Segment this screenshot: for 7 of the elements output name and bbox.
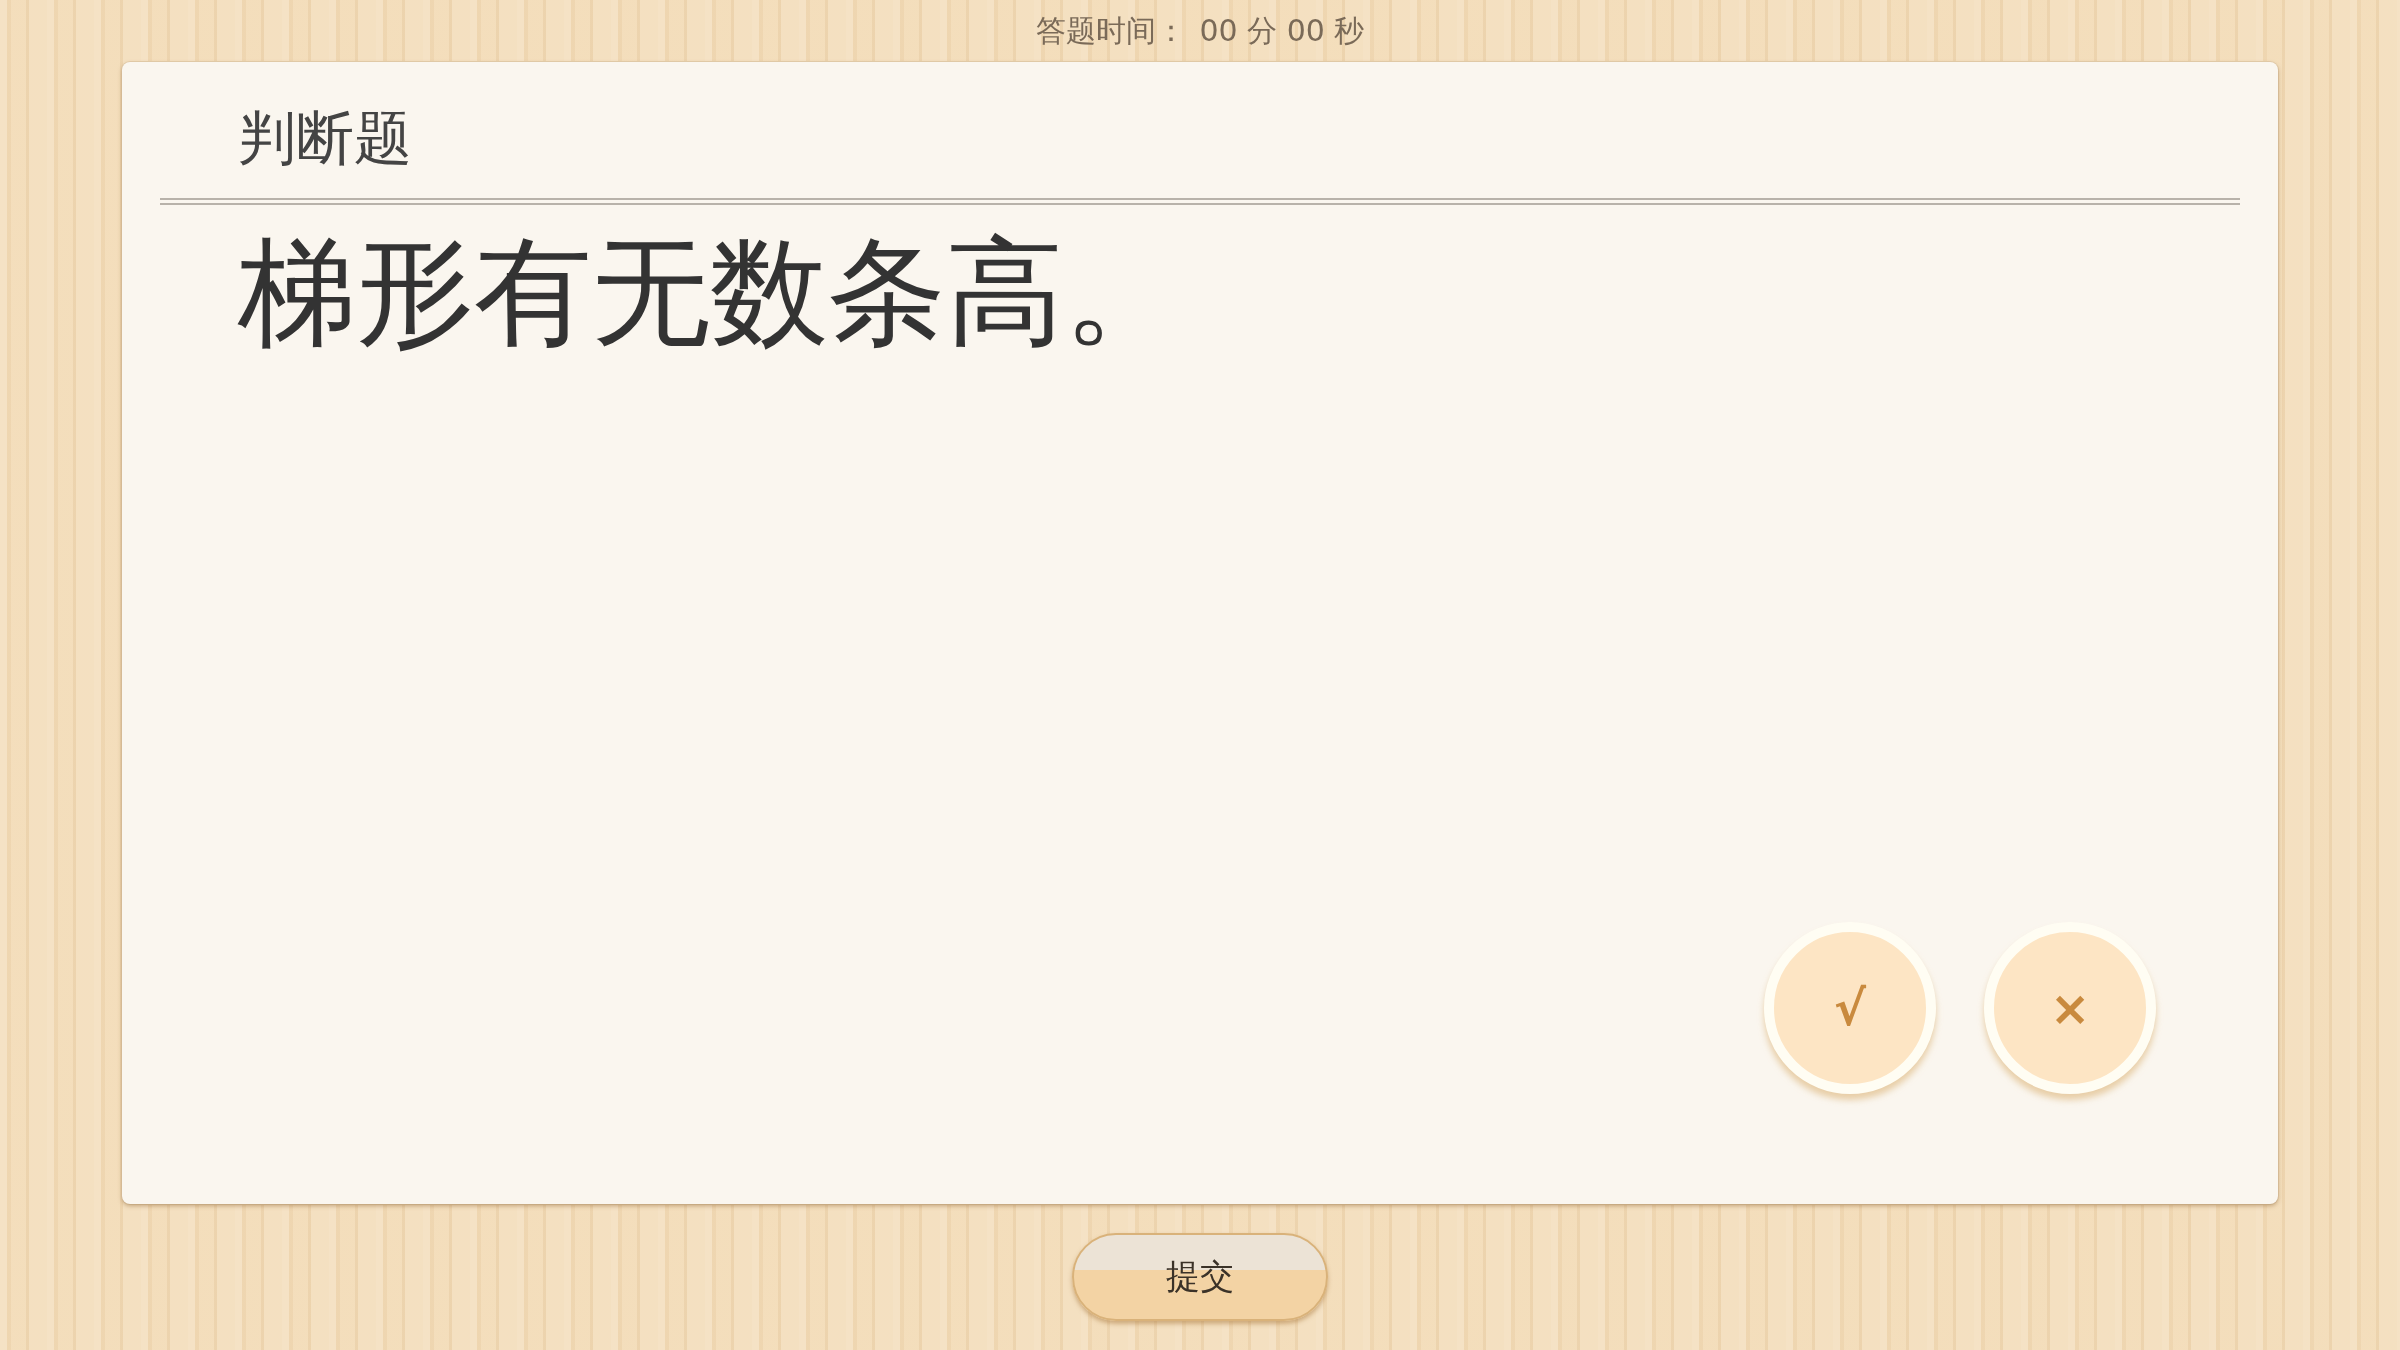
answer-button[interactable]: × [1984,922,2156,1094]
question-text: 梯形有无数条高。 [237,222,1183,361]
question-type: 判断题 [237,103,413,174]
answer-button[interactable]: √ [1764,922,1936,1094]
submit-button[interactable]: 提交 [1072,1233,1328,1321]
timer-label: 答题时间： [1035,11,1186,50]
timer-value: 00 分 00 秒 [1199,11,1365,50]
